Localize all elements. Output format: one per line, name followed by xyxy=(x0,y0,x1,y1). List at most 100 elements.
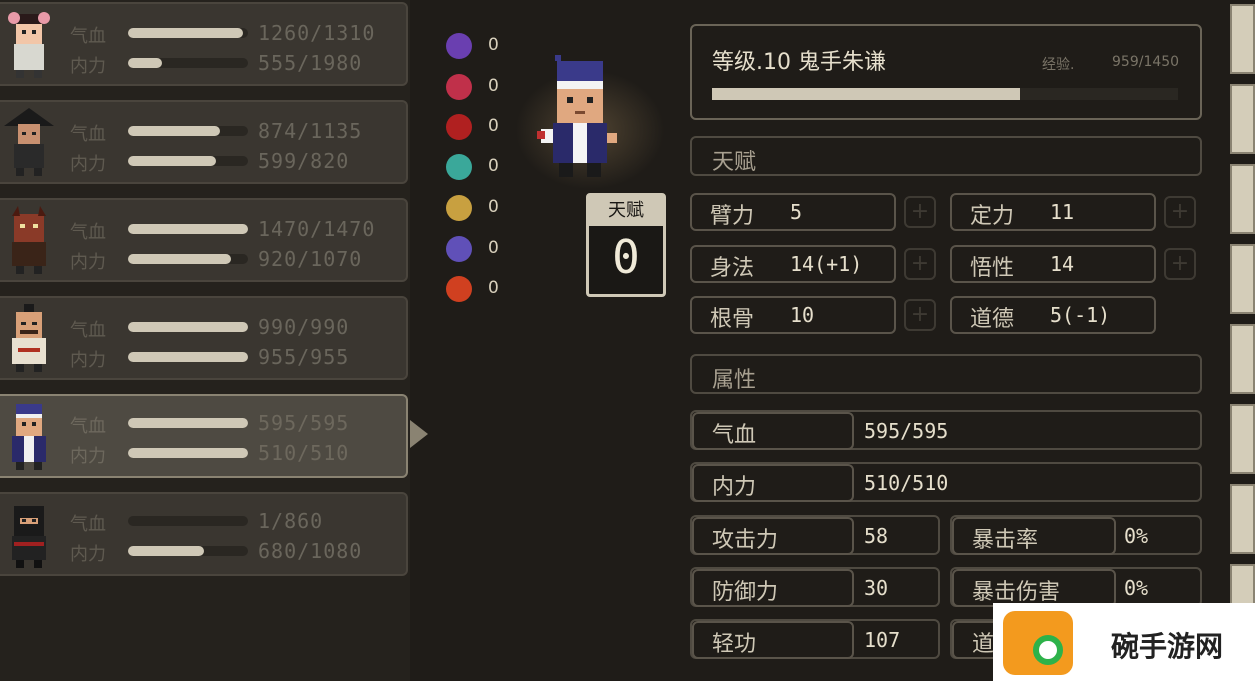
talent-constitution: 根骨 10 xyxy=(690,296,896,334)
add-point-button[interactable]: + xyxy=(1164,196,1196,228)
add-point-button[interactable]: + xyxy=(904,248,936,280)
talent-value: 5(-1) xyxy=(1050,303,1111,327)
attr-defense: 防御力 30 xyxy=(690,567,940,607)
talent-value: 14 xyxy=(1050,252,1075,276)
confuse-icon xyxy=(446,236,472,262)
status-skull[interactable]: 0 xyxy=(446,33,506,59)
status-bleed[interactable]: 0 xyxy=(446,114,506,140)
attr-label: 内力 xyxy=(712,475,757,500)
hero-sprite-icon xyxy=(537,55,617,177)
hp-value: 990/990 xyxy=(258,315,350,339)
character-portrait-icon xyxy=(12,206,46,274)
poison-icon xyxy=(446,154,472,180)
hp-bar xyxy=(128,28,248,38)
mp-value: 599/820 xyxy=(258,149,350,173)
broken-heart-icon xyxy=(446,74,472,100)
section-title: 属性 xyxy=(712,368,757,393)
talent-label: 道德 xyxy=(970,307,1015,332)
skull-icon xyxy=(446,33,472,59)
side-tab[interactable] xyxy=(1230,404,1255,474)
mp-bar xyxy=(128,352,248,362)
mp-value: 510/510 xyxy=(258,441,350,465)
exp-label: 经验. xyxy=(1042,57,1075,73)
status-poison[interactable]: 0 xyxy=(446,154,506,180)
hp-bar xyxy=(128,126,248,136)
talent-composure: 定力 11 xyxy=(950,193,1156,231)
attr-label: 道 xyxy=(972,632,995,657)
status-broken-heart[interactable]: 0 xyxy=(446,74,506,100)
attribute-section-header: 属性 xyxy=(690,354,1202,394)
hp-value: 874/1135 xyxy=(258,119,363,143)
attr-crit-damage: 暴击伤害 0% xyxy=(950,567,1202,607)
hp-label: 气血 xyxy=(70,514,106,535)
watermark-logo-icon xyxy=(1003,611,1073,675)
attr-value: 510/510 xyxy=(864,471,949,495)
character-portrait-icon xyxy=(12,404,46,470)
section-title: 天赋 xyxy=(712,150,757,175)
talent-label: 根骨 xyxy=(710,307,755,332)
party-member-card[interactable]: 气血 990/990 内力 955/955 xyxy=(0,296,408,380)
talent-morality: 道德 5(-1) xyxy=(950,296,1156,334)
hp-bar xyxy=(128,224,248,234)
mp-value: 920/1070 xyxy=(258,247,363,271)
status-stun[interactable]: 0 xyxy=(446,195,506,221)
talent-value: 14(+1) xyxy=(790,252,863,276)
character-portrait-icon xyxy=(4,108,54,176)
attr-label: 防御力 xyxy=(712,580,779,605)
party-member-card[interactable]: 气血 874/1135 内力 599/820 xyxy=(0,100,408,184)
attr-value: 30 xyxy=(864,576,889,600)
hp-bar xyxy=(128,322,248,332)
hp-label: 气血 xyxy=(70,222,106,243)
attr-label: 攻击力 xyxy=(712,528,779,553)
talent-label: 臂力 xyxy=(710,204,755,229)
mp-bar xyxy=(128,156,248,166)
party-member-card[interactable]: 气血 1/860 内力 680/1080 xyxy=(0,492,408,576)
party-list: 气血 1260/1310 内力 555/1980 气血 874/1135 内力 599/… xyxy=(0,0,410,681)
side-tab[interactable] xyxy=(1230,484,1255,554)
side-tab[interactable] xyxy=(1230,164,1255,234)
hp-value: 1260/1310 xyxy=(258,21,376,45)
character-header: 等级.10 鬼手朱谦 经验. 959/1450 xyxy=(690,24,1202,120)
character-portrait-icon xyxy=(8,12,50,78)
talent-value: 11 xyxy=(1050,200,1075,224)
party-member-card[interactable]: 气血 1470/1470 内力 920/1070 xyxy=(0,198,408,282)
status-confuse[interactable]: 0 xyxy=(446,236,506,262)
hp-value: 595/595 xyxy=(258,411,350,435)
attr-attack: 攻击力 58 xyxy=(690,515,940,555)
talent-agility: 身法 14(+1) xyxy=(690,245,896,283)
hp-label: 气血 xyxy=(70,416,106,437)
side-tab[interactable] xyxy=(1230,324,1255,394)
attr-label: 暴击率 xyxy=(972,528,1039,553)
add-point-button[interactable]: + xyxy=(1164,248,1196,280)
watermark: 碗手游网 xyxy=(993,603,1255,681)
side-tab[interactable] xyxy=(1230,84,1255,154)
mp-label: 内力 xyxy=(70,446,106,467)
party-member-card[interactable]: 气血 1260/1310 内力 555/1980 xyxy=(0,2,408,86)
hp-value: 1/860 xyxy=(258,509,324,533)
status-burn[interactable]: 0 xyxy=(446,276,506,302)
talent-points-value: 0 xyxy=(612,230,640,284)
mp-value: 955/955 xyxy=(258,345,350,369)
side-tab[interactable] xyxy=(1230,4,1255,74)
mp-label: 内力 xyxy=(70,56,106,77)
attr-label: 气血 xyxy=(712,423,757,448)
hp-value: 1470/1470 xyxy=(258,217,376,241)
burn-icon xyxy=(446,276,472,302)
attr-value: 595/595 xyxy=(864,419,949,443)
mp-label: 内力 xyxy=(70,154,106,175)
party-member-card-selected[interactable]: 气血 595/595 内力 510/510 xyxy=(0,394,408,478)
hp-bar xyxy=(128,516,248,526)
side-tab[interactable] xyxy=(1230,244,1255,314)
mp-bar xyxy=(128,448,248,458)
add-point-button[interactable]: + xyxy=(904,299,936,331)
watermark-text: 碗手游网 xyxy=(1111,630,1224,663)
attr-label: 暴击伤害 xyxy=(972,580,1061,605)
status-count: 0 xyxy=(488,156,499,176)
attr-value: 58 xyxy=(864,524,889,548)
stun-icon xyxy=(446,195,472,221)
status-count: 0 xyxy=(488,197,499,217)
talent-comprehension: 悟性 14 xyxy=(950,245,1156,283)
hp-label: 气血 xyxy=(70,320,106,341)
add-point-button[interactable]: + xyxy=(904,196,936,228)
character-level-name: 等级.10 鬼手朱谦 xyxy=(712,50,886,75)
